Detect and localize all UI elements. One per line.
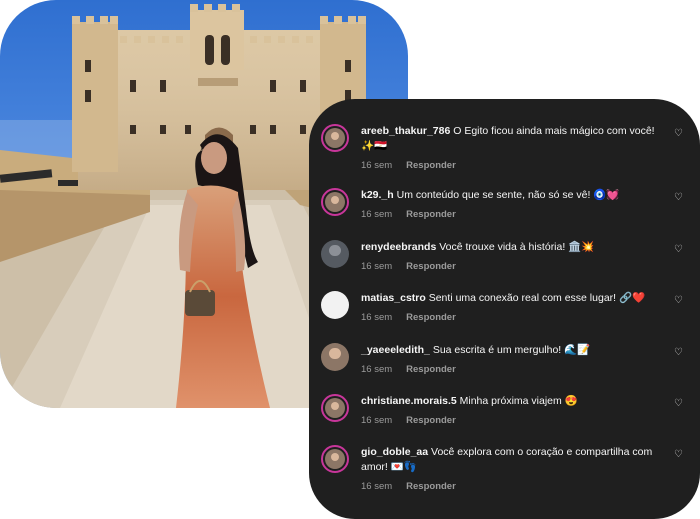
avatar-image	[325, 449, 345, 469]
comment-time: 16 sem	[361, 481, 393, 492]
comment-username[interactable]: _yaeeeledith_	[361, 344, 430, 356]
reply-button[interactable]: Responder	[406, 160, 456, 171]
comment-username[interactable]: areeb_thakur_786	[361, 125, 450, 137]
comment-text: Um conteúdo que se sente, não só se vê! …	[396, 189, 620, 201]
comment-time: 16 sem	[361, 312, 393, 323]
avatar[interactable]	[321, 343, 349, 371]
avatar-image	[325, 192, 345, 212]
heart-icon[interactable]: ♡	[674, 399, 685, 409]
comment-time: 16 sem	[361, 209, 393, 220]
heart-icon[interactable]: ♡	[674, 450, 685, 460]
comment-time: 16 sem	[361, 415, 393, 426]
reply-button[interactable]: Responder	[406, 312, 456, 323]
reply-button[interactable]: Responder	[406, 415, 456, 426]
avatar[interactable]	[321, 240, 349, 268]
comment-time: 16 sem	[361, 160, 393, 171]
avatar[interactable]	[321, 124, 349, 152]
avatar-image	[325, 398, 345, 418]
comment-username[interactable]: renydeebrands	[361, 241, 436, 253]
comment-username[interactable]: gio_doble_aa	[361, 446, 428, 458]
avatar[interactable]	[321, 291, 349, 319]
reply-button[interactable]: Responder	[406, 481, 456, 492]
avatar-image	[325, 128, 345, 148]
heart-icon[interactable]: ♡	[674, 296, 685, 306]
avatar[interactable]	[321, 445, 349, 473]
avatar-image	[321, 291, 349, 319]
reply-button[interactable]: Responder	[406, 261, 456, 272]
reply-button[interactable]: Responder	[406, 364, 456, 375]
comment-time: 16 sem	[361, 261, 393, 272]
comment-username[interactable]: matias_cstro	[361, 292, 426, 304]
avatar[interactable]	[321, 188, 349, 216]
heart-icon[interactable]: ♡	[674, 193, 685, 203]
comment-text: Minha próxima viajem 😍	[459, 395, 578, 407]
comments-panel: areeb_thakur_786 O Egito ficou ainda mai…	[309, 99, 700, 519]
heart-icon[interactable]: ♡	[674, 129, 685, 139]
comment-text: Senti uma conexão real com esse lugar! 🔗…	[428, 292, 646, 304]
avatar[interactable]	[321, 394, 349, 422]
reply-button[interactable]: Responder	[406, 209, 456, 220]
comment-time: 16 sem	[361, 364, 393, 375]
heart-icon[interactable]: ♡	[674, 348, 685, 358]
comment-username[interactable]: k29._h	[361, 189, 394, 201]
comment-text: Você trouxe vida à história! 🏛️💥	[439, 241, 595, 253]
avatar-image	[321, 343, 349, 371]
avatar-image	[321, 240, 349, 268]
comment-text: Sua escrita é um mergulho! 🌊📝	[432, 344, 591, 356]
heart-icon[interactable]: ♡	[674, 245, 685, 255]
comment-username[interactable]: christiane.morais.5	[361, 395, 457, 407]
